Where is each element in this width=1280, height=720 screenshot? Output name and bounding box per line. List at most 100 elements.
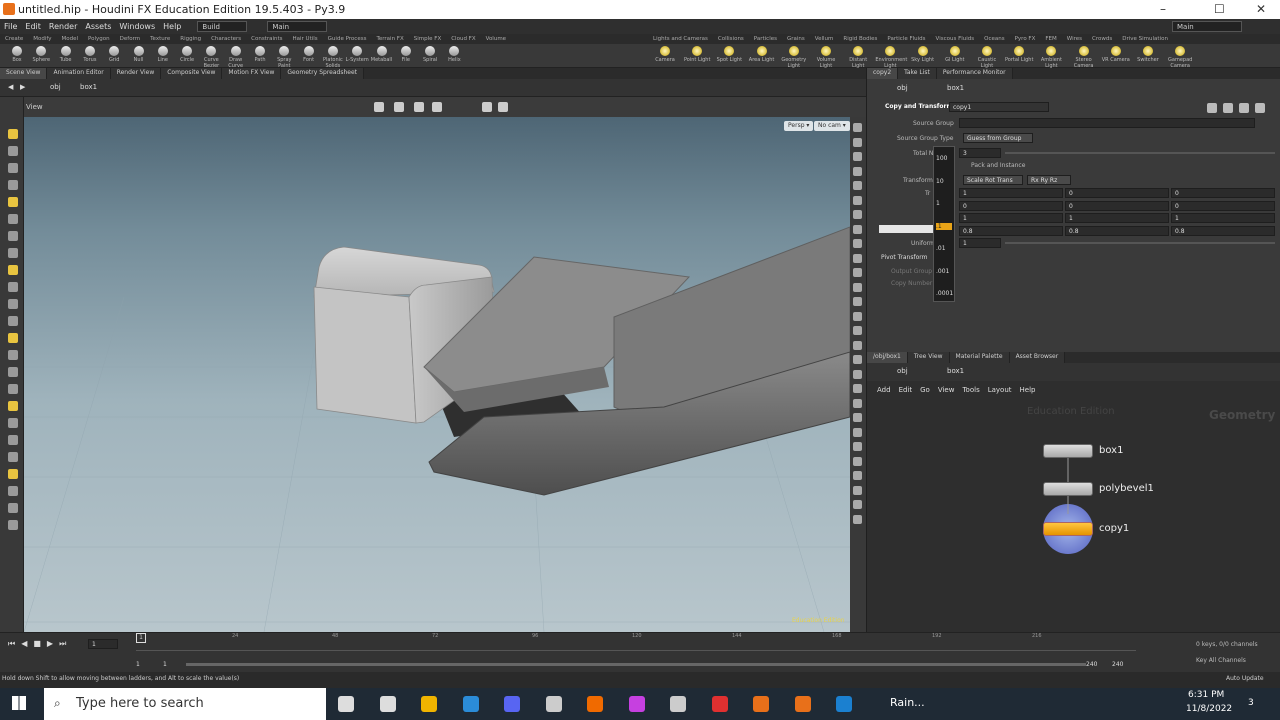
play-button[interactable]: ▶ [47,639,53,649]
taskbar-app-icon[interactable] [711,696,728,712]
close-button[interactable]: ✕ [1256,2,1266,16]
shelf-tab[interactable]: Model [57,36,84,42]
shelf-tab[interactable]: Rigid Bodies [838,36,882,42]
end-frame-2[interactable]: 240 [1112,661,1123,668]
shelf-tab[interactable]: Guide Process [323,36,372,42]
viewport-tool-icon[interactable] [8,231,18,241]
ladder-step[interactable]: 1 [936,200,940,207]
help-icon[interactable] [1223,103,1233,113]
display-option-icon[interactable] [853,384,862,393]
viewport-tool-icon[interactable] [8,265,18,275]
light-tool[interactable]: Volume Light [811,44,841,69]
shelf-tab[interactable]: Texture [145,36,175,42]
shelf-tab[interactable]: Drive Simulation [1117,36,1173,42]
path-obj[interactable]: obj [50,83,61,91]
param-tab[interactable]: Take List [898,68,937,79]
light-tool[interactable]: Spot Light [714,44,744,68]
display-option-icon[interactable] [853,340,862,350]
start-frame[interactable]: 1 [136,661,140,668]
shelf-tool[interactable]: Path [248,44,272,68]
shelf-tab[interactable]: Wires [1062,36,1087,42]
viewport-tool-icon[interactable] [8,401,18,411]
shelf-tool[interactable]: Box [5,44,29,68]
light-tool[interactable]: Geometry Light [779,44,809,69]
display-option-icon[interactable] [853,413,862,422]
light-tool[interactable]: Stereo Camera [1069,44,1099,69]
menu-assets[interactable]: Assets [81,22,115,31]
start-frame-2[interactable]: 1 [163,661,167,668]
display-option-icon[interactable] [853,282,862,292]
shelf-tool[interactable]: Sphere [29,44,53,68]
light-tool[interactable]: Distant Light [843,44,873,69]
viewport-tool-icon[interactable] [8,367,18,377]
first-frame-button[interactable]: ⏮ [8,639,15,649]
param-tab[interactable]: Performance Monitor [936,68,1013,79]
key-all-channels[interactable]: Key All Channels [1196,657,1246,664]
uniform-slider[interactable] [1005,242,1275,244]
ladder-step[interactable]: .1 [936,222,952,230]
xform-value-field[interactable]: 0.8 [1065,225,1169,236]
viewport-tool-icon[interactable] [8,520,18,530]
shelf-tool[interactable]: Tube [54,44,78,68]
light-tool[interactable]: Switcher [1133,44,1163,68]
display-option-icon[interactable] [853,210,862,219]
light-tool[interactable]: Camera [650,44,680,68]
pack-checkbox[interactable]: Pack and Instance [971,162,1025,169]
light-tool[interactable]: VR Camera [1101,44,1131,68]
shelf-tool[interactable]: Line [151,44,175,68]
windows-start-icon[interactable] [12,696,26,710]
snapshot-icon[interactable] [498,102,508,112]
light-tool[interactable]: Caustic Light [972,44,1002,69]
pivot-transform-folder[interactable]: Pivot Transform [881,254,927,261]
shelf-tab[interactable]: Create [0,36,28,42]
shelf-tool[interactable]: Metaball [370,44,394,68]
viewport-tool-icon[interactable] [8,418,18,428]
taskbar-app-icon[interactable] [338,696,354,712]
notification-badge[interactable]: 3 [1248,698,1254,708]
shelf-tool[interactable]: Draw Curve [224,44,248,69]
taskbar-app-icon[interactable] [504,696,520,712]
menu-edit[interactable]: Edit [21,22,45,31]
last-frame-button[interactable]: ⏭ [59,639,66,649]
menu-windows[interactable]: Windows [115,22,159,31]
shelf-tab[interactable]: Particle Fluids [882,36,930,42]
display-option-icon[interactable] [853,152,862,161]
display-option-icon[interactable] [853,456,862,466]
shelf-tab[interactable]: Crowds [1087,36,1117,42]
total-slider[interactable] [1005,152,1275,154]
gear-icon[interactable] [1207,103,1217,113]
xform-value-field[interactable]: 0 [1171,188,1275,198]
xform-value-field[interactable]: 1 [1171,213,1275,223]
viewport-tool-icon[interactable] [8,486,18,496]
viewport-tool-icon[interactable] [8,146,18,156]
scale-tool-icon[interactable] [432,102,442,112]
search-icon[interactable] [1239,103,1249,113]
viewport-tool-icon[interactable] [8,214,18,224]
info-icon[interactable] [1255,103,1265,113]
taskbar-app-icon[interactable] [670,696,686,712]
viewport-tool-icon[interactable] [8,180,18,190]
shelf-tab[interactable]: Cloud FX [446,36,480,42]
source-group-type-select[interactable]: Guess from Group [963,133,1033,143]
shelf-tool[interactable]: File [394,44,418,68]
taskbar-app-icon[interactable] [628,696,645,712]
viewport-tool-icon[interactable] [8,299,18,309]
menu-render[interactable]: Render [45,22,81,31]
menu-help[interactable]: Help [159,22,185,31]
param-path-obj[interactable]: obj [897,84,908,92]
shelf-tool[interactable]: Spray Paint [272,44,296,69]
shelf-tool[interactable]: Circle [175,44,199,68]
shelf-tool[interactable]: L-System [345,44,369,68]
display-option-icon[interactable] [853,268,862,277]
display-option-icon[interactable] [853,514,862,524]
display-option-icon[interactable] [853,224,862,234]
xform-value-field[interactable]: 0.8 [959,225,1063,236]
shelf-tool[interactable]: Curve Bezier [199,44,223,69]
shelf-tab[interactable]: Pyro FX [1010,36,1041,42]
viewport-tool-icon[interactable] [8,129,18,139]
ladder-step[interactable]: 100 [936,155,947,162]
source-group-field[interactable] [959,118,1255,128]
weather-label[interactable]: Rain... [890,696,925,709]
ladder-step[interactable]: .0001 [936,290,953,297]
light-tool[interactable]: GI Light [940,44,970,68]
